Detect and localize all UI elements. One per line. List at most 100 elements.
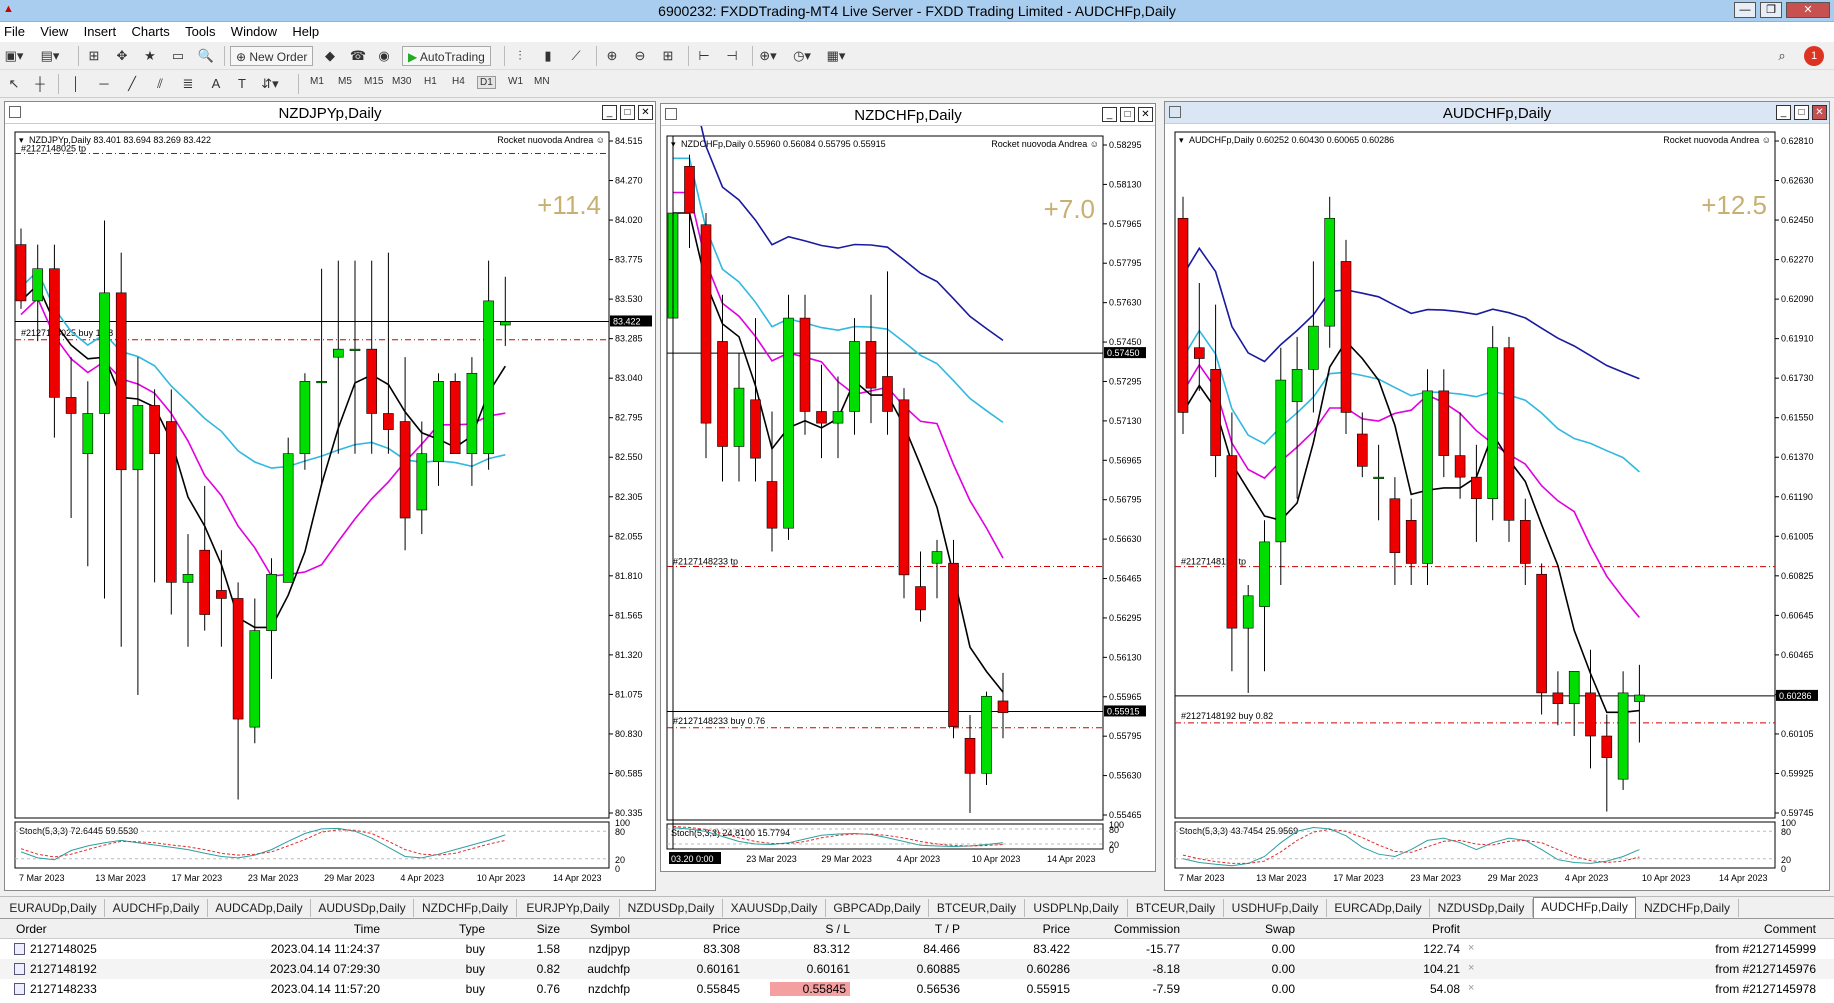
fibonacci-icon[interactable]: ≣ — [178, 74, 198, 94]
market-icon[interactable]: ◉ — [374, 46, 394, 66]
timeframe-m1[interactable]: M1 — [310, 76, 324, 87]
chart-shift-icon[interactable]: ⊣ — [722, 46, 742, 66]
chart-window-nzdjpy[interactable]: NZDJPYp,Daily _ □ ✕ 84.515 84.270 84.020 83… — [4, 101, 656, 891]
arrows-icon[interactable]: ⇵▾ — [260, 74, 280, 94]
chart-header[interactable]: NZDCHFp,Daily _ □ ✕ — [661, 104, 1155, 126]
timeframe-m15[interactable]: M15 — [364, 76, 383, 87]
col-comment[interactable]: Comment — [1700, 922, 1816, 936]
crosshair-icon[interactable]: ┼ — [30, 74, 50, 94]
col-profit[interactable]: Profit — [1380, 922, 1460, 936]
col-commission[interactable]: Commission — [1090, 922, 1180, 936]
new-chart-icon[interactable]: ▣▾ — [4, 46, 24, 66]
chart-maximize-button[interactable]: □ — [620, 105, 635, 120]
chart-tab[interactable]: USDHUFp,Daily — [1224, 899, 1327, 917]
timeframe-mn[interactable]: MN — [534, 76, 550, 87]
indicators-icon[interactable]: ⊕▾ — [758, 46, 778, 66]
chart-tab[interactable]: AUDCHFp,Daily — [105, 899, 208, 917]
horizontal-line-icon[interactable]: ─ — [94, 74, 114, 94]
col-symbol[interactable]: Symbol — [570, 922, 630, 936]
autotrading-button[interactable]: ▶ AutoTrading — [402, 46, 491, 66]
timeframe-h1[interactable]: H1 — [424, 76, 437, 87]
data-window-icon[interactable]: ✥ — [112, 46, 132, 66]
timeframe-m30[interactable]: M30 — [392, 76, 411, 87]
chart-maximize-button[interactable]: □ — [1794, 105, 1809, 120]
menu-charts[interactable]: Charts — [127, 22, 177, 39]
order-row[interactable]: 2127148192 2023.04.14 07:29:30 buy 0.82 audc… — [0, 959, 1834, 979]
menu-tools[interactable]: Tools — [181, 22, 223, 39]
text-label-icon[interactable]: T — [232, 74, 252, 94]
periods-icon[interactable]: ◷▾ — [792, 46, 812, 66]
col-type[interactable]: Type — [420, 922, 485, 936]
chart-tab[interactable]: NZDUSDp,Daily — [620, 899, 723, 917]
minimize-button[interactable]: — — [1734, 2, 1756, 18]
market-watch-icon[interactable]: ⊞ — [84, 46, 104, 66]
chart-tab[interactable]: GBPCADp,Daily — [826, 899, 929, 917]
chart-window-audchf[interactable]: AUDCHFp,Daily _ □ ✕ 0.62810 0.62630 0.6245… — [1164, 101, 1830, 891]
chart-maximize-button[interactable]: □ — [1120, 107, 1135, 122]
line-chart-icon[interactable]: ⟋ — [566, 46, 586, 66]
cursor-icon[interactable]: ↖ — [4, 74, 24, 94]
channel-icon[interactable]: ⫽ — [150, 74, 170, 94]
chart-canvas[interactable]: 0.62810 0.62630 0.62450 0.62270 0.62090 0.619… — [1165, 124, 1829, 890]
restore-button[interactable]: ❐ — [1760, 2, 1782, 18]
col-order[interactable]: Order — [16, 922, 47, 936]
timeframe-h4[interactable]: H4 — [452, 76, 465, 87]
order-row[interactable]: 2127148233 2023.04.14 11:57:20 buy 0.76 nzdc… — [0, 979, 1834, 999]
terminal-icon[interactable]: ▭ — [168, 46, 188, 66]
chart-tab[interactable]: EURAUDp,Daily — [2, 899, 105, 917]
chart-close-button[interactable]: ✕ — [1138, 107, 1153, 122]
templates-icon[interactable]: ▦▾ — [826, 46, 846, 66]
strategy-tester-icon[interactable]: 🔍 — [196, 46, 216, 66]
menu-help[interactable]: Help — [288, 22, 327, 39]
zoom-out-icon[interactable]: ⊖ — [630, 46, 650, 66]
profiles-icon[interactable]: ▤▾ — [40, 46, 60, 66]
chart-close-button[interactable]: ✕ — [638, 105, 653, 120]
trendline-icon[interactable]: ╱ — [122, 74, 142, 94]
col-tp[interactable]: T / P — [880, 922, 960, 936]
bar-chart-icon[interactable]: ⫶ — [510, 46, 530, 66]
col-cur-price[interactable]: Price — [990, 922, 1070, 936]
vertical-line-icon[interactable]: │ — [66, 74, 86, 94]
chart-minimize-button[interactable]: _ — [1102, 107, 1117, 122]
timeframe-w1[interactable]: W1 — [508, 76, 523, 87]
chart-minimize-button[interactable]: _ — [1776, 105, 1791, 120]
col-price[interactable]: Price — [660, 922, 740, 936]
chart-tab[interactable]: NZDCHFp,Daily — [414, 899, 517, 917]
text-icon[interactable]: A — [206, 74, 226, 94]
close-order-icon[interactable]: × — [1468, 982, 1474, 994]
chart-tab[interactable]: BTCEUR,Daily — [929, 899, 1025, 917]
chart-tab[interactable]: USDPLNp,Daily — [1025, 899, 1128, 917]
chart-canvas[interactable]: 84.515 84.270 84.020 83.775 83.530 83.285 83.0… — [5, 124, 655, 890]
navigator-icon[interactable]: ★ — [140, 46, 160, 66]
col-size[interactable]: Size — [500, 922, 560, 936]
search-icon[interactable]: ⌕ — [1772, 46, 1792, 66]
chart-tab[interactable]: XAUUSDp,Daily — [723, 899, 826, 917]
timeframe-d1[interactable]: D1 — [477, 76, 496, 89]
candlestick-icon[interactable]: ▮ — [538, 46, 558, 66]
auto-scroll-icon[interactable]: ⊢ — [694, 46, 714, 66]
chart-tab[interactable]: AUDCHFp,Daily — [1533, 897, 1636, 919]
chart-tab[interactable]: EURCADp,Daily — [1327, 899, 1430, 917]
col-time[interactable]: Time — [300, 922, 380, 936]
signals-icon[interactable]: ☎ — [348, 46, 368, 66]
timeframe-m5[interactable]: M5 — [338, 76, 352, 87]
col-swap[interactable]: Swap — [1220, 922, 1295, 936]
chart-tab[interactable]: NZDCHFp,Daily — [1636, 899, 1739, 917]
chart-tab[interactable]: AUDCADp,Daily — [208, 899, 311, 917]
chart-close-button[interactable]: ✕ — [1812, 105, 1827, 120]
chart-canvas[interactable]: 0.58295 0.58130 0.57965 0.57795 0.57630 0.574… — [661, 126, 1155, 871]
menu-insert[interactable]: Insert — [80, 22, 125, 39]
close-order-icon[interactable]: × — [1468, 962, 1474, 974]
chart-tab[interactable]: NZDUSDp,Daily — [1430, 899, 1533, 917]
chart-tab[interactable]: AUDUSDp,Daily — [311, 899, 414, 917]
menu-window[interactable]: Window — [227, 22, 285, 39]
alert-badge[interactable]: 1 — [1804, 46, 1824, 66]
chart-tab[interactable]: BTCEUR,Daily — [1128, 899, 1224, 917]
close-button[interactable]: ✕ — [1786, 2, 1830, 18]
chart-header[interactable]: NZDJPYp,Daily _ □ ✕ — [5, 102, 655, 124]
metaeditor-icon[interactable]: ◆ — [320, 46, 340, 66]
zoom-in-icon[interactable]: ⊕ — [602, 46, 622, 66]
menu-view[interactable]: View — [36, 22, 76, 39]
chart-window-nzdchf[interactable]: NZDCHFp,Daily _ □ ✕ 0.58295 0.58130 0.5796… — [660, 103, 1156, 872]
chart-tab[interactable]: EURJPYp,Daily — [517, 899, 620, 917]
